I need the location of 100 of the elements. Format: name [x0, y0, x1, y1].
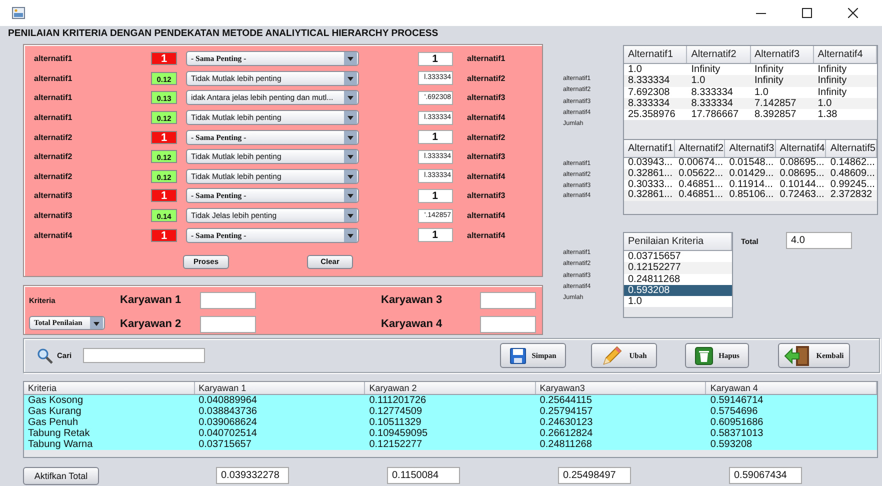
table-cell-text: 8.333334: [627, 75, 671, 87]
employee-label: Karyawan 3: [381, 294, 444, 306]
table-cell-text: Gas Kosong: [27, 395, 84, 406]
table-cell-text: 0.039068624: [198, 417, 258, 428]
alternative-label: alternatif4: [467, 211, 506, 220]
weight-badge: 1: [151, 189, 177, 202]
total-field[interactable]: 0.59067434: [729, 467, 802, 484]
total-field[interactable]: 0.1150084: [387, 467, 460, 484]
table-cell-text: 0.30333...: [627, 180, 674, 190]
total-field[interactable]: 4.0: [786, 232, 852, 249]
close-icon[interactable]: [848, 8, 858, 18]
table-cell-text: 0.11914...: [728, 180, 774, 190]
alternative-label: alternatif1: [34, 74, 74, 83]
column-header[interactable]: Alternatif1: [624, 46, 688, 63]
table-cell-text: 0.040889964: [198, 395, 258, 406]
table-cell-text: 0.32861...: [627, 168, 674, 180]
minimize-icon[interactable]: [756, 12, 766, 14]
table-cell-text: 0.00674...: [678, 158, 724, 169]
table-cell-text: 2.372832: [829, 190, 874, 202]
table-cell-text: 0.01548...: [728, 158, 775, 169]
input-field[interactable]: [480, 292, 536, 308]
table-cell-text: Infinity: [754, 75, 784, 87]
alternative-label: alternatif3: [467, 152, 506, 162]
column-header[interactable]: Karyawan 1: [194, 382, 366, 394]
alternative-label: alternatif2: [34, 132, 74, 142]
alternative-label: alternatif2: [467, 74, 506, 83]
column-header[interactable]: Alternatif2: [674, 140, 726, 157]
table-cell-text: 0.03943...: [627, 158, 674, 169]
table-cell-text: 0.5754696: [709, 406, 759, 417]
table-cell-text: 0.109459095: [368, 428, 429, 439]
alternative-label: alternatif2: [34, 172, 74, 181]
alternative-label: alternatif1: [467, 54, 506, 64]
weight-badge: 1: [151, 52, 177, 66]
column-header[interactable]: Alternatif4: [776, 140, 826, 157]
value-field[interactable]: 1: [418, 130, 453, 144]
alternative-label: alternatif3: [467, 93, 506, 102]
column-header[interactable]: Alternatif1: [624, 140, 675, 157]
alternative-label: alternatif4: [467, 113, 506, 122]
search-field[interactable]: [83, 348, 205, 363]
table-cell-text: 0.32861...: [627, 190, 674, 202]
table-cell-text: 1.38: [816, 109, 838, 120]
table-cell-text: 1.0: [754, 86, 770, 98]
alternative-label: alternatif1: [34, 54, 74, 64]
table-cell-text: 0.24811268: [538, 439, 593, 450]
table-cell-text: Tabung Retak: [27, 428, 91, 439]
input-field[interactable]: [480, 316, 536, 332]
column-header[interactable]: Alternatif3: [750, 46, 814, 63]
table-cell-text: 8.333334: [627, 98, 671, 110]
column-header[interactable]: Kriteria: [24, 382, 195, 394]
value-field[interactable]: 1: [418, 52, 453, 66]
input-field[interactable]: [200, 316, 256, 332]
table-cell-text: 0.593208: [709, 439, 754, 450]
alternative-label: alternatif2: [467, 132, 506, 142]
column-header[interactable]: Alternatif4: [814, 46, 877, 63]
input-field[interactable]: [200, 292, 256, 308]
list-row[interactable]: 0.12152277: [624, 262, 732, 274]
table-cell-text: 0.10144...: [778, 180, 826, 190]
table-cell-text: 0.25644115: [538, 395, 593, 406]
table-cell-text: 0.12152277: [368, 439, 424, 450]
column-header[interactable]: Karyawan 2: [365, 382, 536, 394]
column-header[interactable]: Alternatif3: [725, 140, 776, 157]
alternative-label: alternatif1: [34, 93, 74, 102]
table-cell-text: 0.46851...: [678, 180, 724, 190]
pencil-icon: [601, 344, 624, 366]
column-header[interactable]: Penilaian Kriteria: [624, 233, 732, 250]
table-cell-text: 7.142857: [754, 98, 798, 110]
alternative-label: alternatif3: [467, 191, 506, 200]
table-cell-text: 0.99245...: [829, 180, 876, 190]
table-cell-text: 0.25794157: [538, 406, 594, 417]
table-cell-text: 0.01429...: [728, 168, 775, 180]
search-icon: [37, 348, 53, 364]
column-header[interactable]: Karyawan3: [536, 382, 706, 394]
column-header[interactable]: Karyawan 4: [706, 382, 877, 394]
value-field[interactable]: 1: [418, 228, 453, 242]
alternative-label: alternatif1: [34, 113, 74, 122]
total-field[interactable]: 0.039332278: [216, 467, 289, 484]
table-cell-text: Tabung Warna: [27, 439, 94, 450]
column-header[interactable]: Alternatif2: [687, 46, 750, 63]
alternative-label: alternatif4: [467, 230, 506, 240]
maximize-icon[interactable]: [802, 8, 812, 18]
app-icon: [12, 7, 25, 19]
total-field[interactable]: 0.25498497: [558, 467, 631, 484]
alternative-label: alternatif3: [34, 211, 74, 220]
value-field[interactable]: 1: [418, 188, 453, 203]
table-cell-text: Infinity: [690, 64, 722, 76]
table-cell-text: 7.692308: [627, 86, 671, 98]
table-cell-text: 0.08695...: [778, 168, 826, 180]
table-cell-text: 8.392857: [754, 109, 798, 120]
table-cell-text: 0.72463...: [778, 190, 826, 202]
table-cell-text: Infinity: [816, 64, 848, 76]
employee-label: Karyawan 2: [120, 318, 182, 330]
table-cell-text: Infinity: [754, 64, 784, 76]
table-cell-text: Infinity: [816, 86, 848, 98]
table-cell-text: 0.040702514: [198, 428, 258, 439]
activate-total-button[interactable]: Aktifkan Total: [23, 467, 99, 485]
page-title: PENILAIAN KRITERIA DENGAN PENDEKATAN METODE ANALIYTICAL HIERARCHY PROCESS: [7, 27, 440, 41]
trash-bin-icon: [694, 346, 713, 364]
column-header[interactable]: Alternatif5: [826, 140, 877, 157]
table-cell-text: Gas Kurang: [27, 406, 82, 417]
list-row[interactable]: 0.593208: [624, 284, 732, 296]
